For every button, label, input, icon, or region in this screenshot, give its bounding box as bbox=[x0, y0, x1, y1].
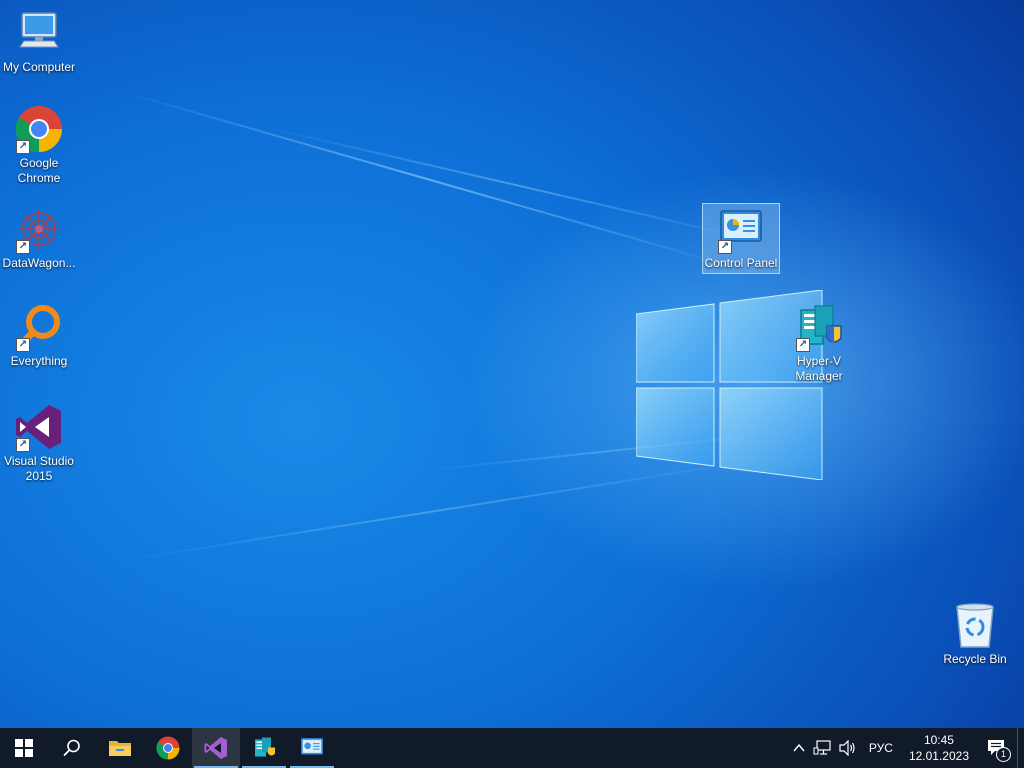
desktop-icon-label: Google Chrome bbox=[17, 156, 61, 185]
notification-count-badge: 1 bbox=[996, 747, 1011, 762]
desktop-icon-control-panel[interactable]: ↗ Control Panel bbox=[702, 203, 780, 274]
folder-icon bbox=[109, 741, 131, 756]
show-desktop-button[interactable] bbox=[1017, 728, 1024, 768]
visual-studio-icon bbox=[204, 737, 227, 759]
shortcut-arrow-icon: ↗ bbox=[16, 438, 30, 452]
shortcut-arrow-icon: ↗ bbox=[718, 240, 732, 254]
desktop-icon-google-chrome[interactable]: ↗ Google Chrome bbox=[0, 104, 78, 186]
desktop-icon-label: Visual Studio 2015 bbox=[4, 454, 74, 483]
taskbar-hyper-v[interactable] bbox=[240, 728, 288, 768]
recycle-bin-icon bbox=[956, 603, 994, 648]
desktop-icon-label: Control Panel bbox=[704, 256, 778, 270]
desktop-icon-hyper-v[interactable]: ↗ Hyper-V Manager bbox=[780, 302, 858, 384]
desktop-icon-label: My Computer bbox=[2, 60, 76, 74]
light-beam bbox=[119, 90, 736, 269]
light-beam bbox=[259, 125, 767, 244]
desktop-icon-visual-studio[interactable]: ↗ Visual Studio 2015 bbox=[0, 402, 78, 484]
desktop-icon-label: Hyper-V Manager bbox=[795, 354, 843, 383]
search-button[interactable] bbox=[48, 728, 96, 768]
computer-icon bbox=[19, 12, 59, 48]
volume-button[interactable] bbox=[835, 728, 861, 768]
taskbar-chrome[interactable] bbox=[144, 728, 192, 768]
clock[interactable]: 10:45 12.01.2023 bbox=[901, 728, 977, 768]
system-tray: РУС 10:45 12.01.2023 1 bbox=[789, 728, 1024, 768]
clock-date: 12.01.2023 bbox=[908, 749, 969, 763]
taskbar-control-panel[interactable] bbox=[288, 728, 336, 768]
clock-time: 10:45 bbox=[923, 733, 954, 747]
input-language-indicator[interactable]: РУС bbox=[861, 728, 901, 768]
control-panel-icon bbox=[301, 738, 323, 755]
desktop-icon-everything[interactable]: ↗ Everything bbox=[0, 302, 78, 369]
show-hidden-icons-button[interactable] bbox=[789, 728, 809, 768]
desktop-icon-label: Recycle Bin bbox=[943, 652, 1007, 666]
desktop-icon-recycle-bin[interactable]: Recycle Bin bbox=[936, 600, 1014, 667]
network-button[interactable] bbox=[809, 728, 835, 768]
chevron-up-icon bbox=[793, 744, 805, 752]
hyper-v-icon bbox=[255, 737, 275, 757]
start-button[interactable] bbox=[0, 728, 48, 768]
chrome-icon bbox=[156, 736, 180, 760]
taskbar-file-explorer[interactable] bbox=[96, 728, 144, 768]
shortcut-arrow-icon: ↗ bbox=[16, 338, 30, 352]
shortcut-arrow-icon: ↗ bbox=[16, 240, 30, 254]
taskbar: РУС 10:45 12.01.2023 1 bbox=[0, 728, 1024, 768]
shortcut-arrow-icon: ↗ bbox=[796, 338, 810, 352]
action-center-button[interactable]: 1 bbox=[977, 728, 1017, 768]
desktop-icon-datawagon[interactable]: ↗ DataWagon... bbox=[0, 204, 78, 271]
taskbar-visual-studio[interactable] bbox=[192, 728, 240, 768]
desktop[interactable]: My Computer ↗ Google Chrome ↗ DataWagon.… bbox=[0, 0, 1024, 728]
windows-start-icon bbox=[15, 739, 33, 757]
speaker-icon bbox=[839, 740, 855, 756]
desktop-icon-label: DataWagon... bbox=[2, 256, 76, 270]
search-icon bbox=[63, 739, 80, 756]
shortcut-arrow-icon: ↗ bbox=[16, 140, 30, 154]
desktop-icon-my-computer[interactable]: My Computer bbox=[0, 8, 78, 75]
network-icon bbox=[813, 740, 831, 755]
desktop-icon-label: Everything bbox=[10, 354, 68, 368]
